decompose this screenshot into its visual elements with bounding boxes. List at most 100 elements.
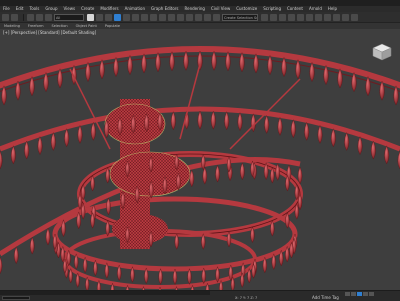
- go-to-end-icon[interactable]: [369, 292, 374, 296]
- window-crossing-icon[interactable]: [114, 13, 121, 21]
- support-chains: [69, 63, 301, 150]
- crystal-drop: [106, 197, 111, 216]
- ribbon-tab-modeling[interactable]: Modeling: [0, 24, 24, 28]
- ribbon-tab-freeform[interactable]: Freeform: [24, 24, 48, 28]
- crystal-drop: [13, 246, 19, 265]
- ribbon-tab-selection[interactable]: Selection: [48, 24, 72, 28]
- select-move-icon[interactable]: [123, 13, 130, 21]
- perspective-viewport[interactable]: [+] [Perspective] [Standard] [Default Sh…: [0, 29, 400, 290]
- crystal-drop: [169, 51, 175, 72]
- coordinate-display: X: 7 Y: 7 Z: 7: [235, 296, 258, 300]
- crystal-drop: [337, 68, 343, 89]
- rendered-frame-icon[interactable]: [333, 13, 340, 21]
- crystal-drop: [183, 50, 189, 71]
- render-iterative-icon[interactable]: [351, 13, 358, 21]
- mirror-icon[interactable]: [261, 13, 268, 21]
- crystal-drop: [155, 52, 161, 73]
- snaps-toggle-icon[interactable]: [186, 13, 193, 21]
- crystal-drop: [0, 256, 3, 275]
- next-frame-icon[interactable]: [363, 292, 368, 296]
- pivot-center-icon[interactable]: [168, 13, 175, 21]
- crystal-drop: [1, 85, 7, 106]
- go-to-start-icon[interactable]: [345, 292, 350, 296]
- toolbar-divider: [23, 13, 24, 21]
- crystal-drop: [297, 166, 303, 185]
- crystal-drop: [351, 72, 357, 93]
- align-icon[interactable]: [270, 13, 277, 21]
- crystal-drop: [264, 114, 270, 134]
- rectangle-selection-icon[interactable]: [105, 13, 112, 21]
- angle-snap-icon[interactable]: [195, 13, 202, 21]
- previous-frame-icon[interactable]: [351, 292, 356, 296]
- crystal-drop: [77, 124, 83, 144]
- crystal-drop: [29, 236, 35, 255]
- percent-snap-icon[interactable]: [204, 13, 211, 21]
- crystal-drop: [295, 59, 301, 80]
- playback-controls: [345, 292, 375, 296]
- spinner-snap-icon[interactable]: [213, 13, 220, 21]
- crystal-drop: [141, 53, 147, 74]
- crystal-drop: [224, 111, 230, 131]
- render-setup-icon[interactable]: [324, 13, 331, 21]
- crystal-drop: [29, 76, 35, 97]
- named-selection-dropdown[interactable]: Create Selection Set: [222, 13, 258, 21]
- toggle-ribbon-icon[interactable]: [288, 13, 295, 21]
- maxscript-listener[interactable]: [2, 296, 30, 300]
- crystal-drop: [267, 54, 273, 76]
- select-by-name-icon[interactable]: [96, 13, 103, 21]
- crystal-drop: [0, 150, 3, 170]
- crystal-drop: [197, 50, 203, 71]
- crystal-drop: [379, 80, 385, 101]
- crystal-drop: [370, 140, 376, 160]
- chandelier-model[interactable]: [0, 29, 400, 290]
- crystal-drop: [211, 50, 217, 71]
- crystal-drop: [304, 121, 310, 141]
- selection-filter-dropdown[interactable]: All: [54, 13, 84, 21]
- crystal-drop: [197, 110, 203, 130]
- curve-editor-icon[interactable]: [297, 13, 304, 21]
- crystal-drop: [210, 110, 216, 130]
- crystal-drop: [384, 145, 390, 165]
- crystal-drop: [113, 56, 119, 77]
- reference-coordinate-icon[interactable]: [159, 13, 166, 21]
- crystal-drop: [281, 56, 287, 77]
- layer-explorer-icon[interactable]: [279, 13, 286, 21]
- viewport-label[interactable]: [+] [Perspective] [Standard] [Default Sh…: [3, 30, 96, 35]
- link-icon[interactable]: [27, 13, 34, 21]
- play-icon[interactable]: [357, 292, 362, 296]
- ribbon-tab-populate[interactable]: Populate: [101, 24, 124, 28]
- material-editor-icon[interactable]: [315, 13, 322, 21]
- crystal-drop: [50, 132, 56, 151]
- select-rotate-icon[interactable]: [132, 13, 139, 21]
- select-object-icon[interactable]: [87, 13, 94, 21]
- crystal-drop: [239, 52, 245, 73]
- crystal-drop: [330, 128, 336, 148]
- crystal-drop: [323, 64, 329, 85]
- crystal-drop: [127, 54, 133, 76]
- timeline-slider[interactable]: [0, 291, 210, 295]
- status-panel: X: 7 Y: 7 Z: 7 Add Time Tag: [0, 290, 400, 301]
- ribbon-tab-object-paint[interactable]: Object Paint: [72, 24, 101, 28]
- crystal-drop: [317, 124, 323, 144]
- keyboard-shortcut-override-icon[interactable]: [177, 13, 184, 21]
- crystal-drop: [170, 111, 176, 131]
- crystal-drops: [0, 50, 400, 290]
- unlink-icon[interactable]: [36, 13, 43, 21]
- bind-space-warp-icon[interactable]: [45, 13, 52, 21]
- redo-icon[interactable]: [11, 13, 18, 21]
- schematic-view-icon[interactable]: [306, 13, 313, 21]
- crystal-drop: [250, 113, 256, 133]
- viewcube[interactable]: [372, 43, 392, 65]
- crystal-drop: [189, 169, 195, 188]
- crystal-drop: [225, 51, 231, 72]
- undo-icon[interactable]: [2, 13, 9, 21]
- add-time-tag-button[interactable]: Add Time Tag: [312, 295, 339, 300]
- crystal-drop: [290, 119, 296, 139]
- main-toolbar: All Create Selection Set: [0, 12, 400, 23]
- crystal-drop: [237, 112, 243, 131]
- crystal-drop: [393, 85, 399, 106]
- select-scale-icon[interactable]: [141, 13, 148, 21]
- crystal-drop: [365, 76, 371, 97]
- render-production-icon[interactable]: [342, 13, 349, 21]
- placement-icon[interactable]: [150, 13, 157, 21]
